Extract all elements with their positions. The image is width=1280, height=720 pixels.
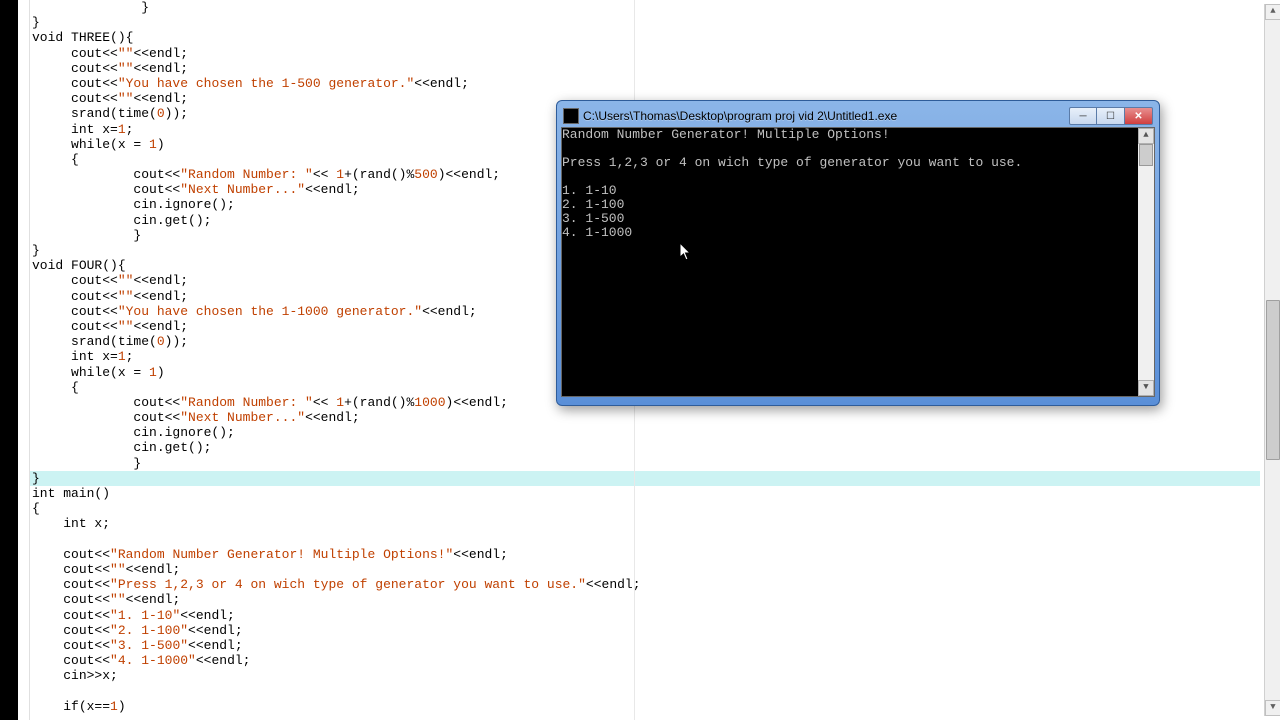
code-line[interactable]: cout<<""<<endl; [30, 46, 1260, 61]
console-scrollbar[interactable]: ▲ ▼ [1138, 128, 1154, 396]
console-title: C:\Users\Thomas\Desktop\program proj vid… [583, 109, 1069, 123]
code-line[interactable]: cout<<"Random Number Generator! Multiple… [30, 547, 1260, 562]
code-line[interactable]: cout<<"2. 1-100"<<endl; [30, 623, 1260, 638]
code-line[interactable]: cin.get(); [30, 440, 1260, 455]
minimize-button[interactable]: ─ [1069, 107, 1097, 125]
scroll-up-button[interactable]: ▲ [1265, 4, 1280, 20]
code-line[interactable]: cout<<""<<endl; [30, 61, 1260, 76]
code-line[interactable]: } [30, 15, 1260, 30]
console-app-icon [563, 108, 579, 124]
code-line[interactable]: if(x==1) [30, 699, 1260, 714]
scroll-thumb[interactable] [1266, 300, 1280, 460]
console-scroll-thumb[interactable] [1139, 144, 1153, 166]
console-scroll-down[interactable]: ▼ [1138, 380, 1154, 396]
code-line[interactable]: } [30, 456, 1260, 471]
code-line[interactable]: int x; [30, 516, 1260, 531]
code-line[interactable]: { [30, 501, 1260, 516]
console-window[interactable]: C:\Users\Thomas\Desktop\program proj vid… [556, 100, 1160, 406]
console-output: Random Number Generator! Multiple Option… [562, 128, 1154, 240]
scroll-track[interactable] [1265, 20, 1280, 700]
maximize-button[interactable]: ☐ [1097, 107, 1125, 125]
code-line[interactable]: } [30, 0, 1260, 15]
window-buttons: ─ ☐ ✕ [1069, 107, 1153, 125]
code-line[interactable]: cin>>x; [30, 668, 1260, 683]
code-line[interactable]: cout<<"Press 1,2,3 or 4 on wich type of … [30, 577, 1260, 592]
console-titlebar[interactable]: C:\Users\Thomas\Desktop\program proj vid… [561, 105, 1155, 127]
code-line[interactable]: cout<<""<<endl; [30, 562, 1260, 577]
console-scroll-up[interactable]: ▲ [1138, 128, 1154, 144]
console-body[interactable]: Random Number Generator! Multiple Option… [561, 127, 1155, 397]
code-line[interactable]: cout<<"You have chosen the 1-500 generat… [30, 76, 1260, 91]
code-line[interactable]: cout<<"1. 1-10"<<endl; [30, 608, 1260, 623]
code-line[interactable] [30, 683, 1260, 698]
code-line[interactable]: void THREE(){ [30, 30, 1260, 45]
code-line[interactable]: cout<<"3. 1-500"<<endl; [30, 638, 1260, 653]
code-line[interactable]: int main() [30, 486, 1260, 501]
editor-margin [0, 0, 18, 720]
close-button[interactable]: ✕ [1125, 107, 1153, 125]
scroll-down-button[interactable]: ▼ [1265, 700, 1280, 716]
code-line[interactable]: cout<<"4. 1-1000"<<endl; [30, 653, 1260, 668]
code-line[interactable]: cout<<"Next Number..."<<endl; [30, 410, 1260, 425]
code-line[interactable] [30, 532, 1260, 547]
editor-gutter [18, 0, 30, 720]
vertical-scrollbar[interactable]: ▲ ▼ [1264, 4, 1280, 716]
code-line[interactable]: cout<<""<<endl; [30, 592, 1260, 607]
code-line[interactable]: cin.ignore(); [30, 425, 1260, 440]
code-line[interactable]: } [30, 471, 1260, 486]
